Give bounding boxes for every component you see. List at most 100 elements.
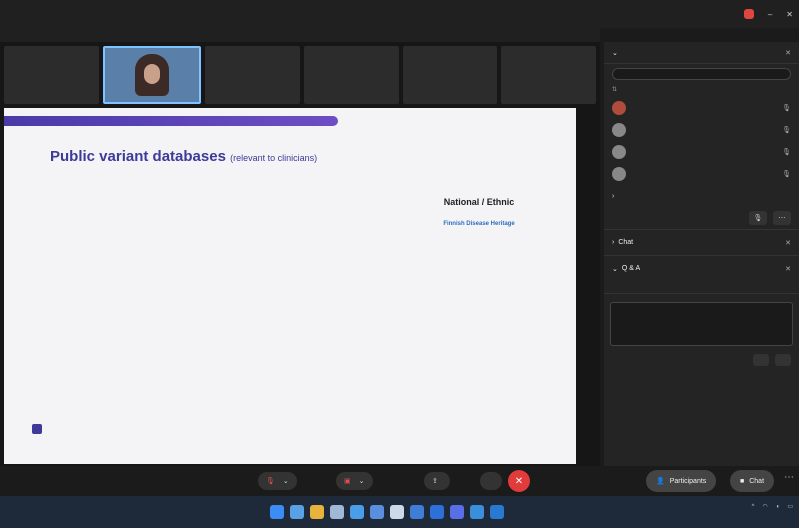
start-video-button[interactable]: ▣ ⌄ bbox=[336, 472, 373, 490]
chevron-right-icon: › bbox=[612, 239, 615, 246]
app-icon[interactable] bbox=[450, 505, 464, 519]
chat-icon: ■ bbox=[740, 477, 745, 485]
close-icon[interactable]: ✕ bbox=[785, 265, 791, 273]
meeting-stage: Public variant databases (relevant to cl… bbox=[0, 42, 600, 466]
participant-row[interactable]: 🎙 bbox=[604, 119, 799, 141]
mic-icon: 🎙 bbox=[782, 171, 791, 178]
wifi-icon[interactable]: ◠ bbox=[762, 504, 767, 512]
database-link: Finnish Disease Heritage bbox=[443, 220, 515, 227]
participants-header[interactable]: ⌄ ✕ bbox=[604, 42, 799, 64]
attendees-section[interactable]: › bbox=[604, 185, 799, 207]
slide-title-text: Public variant databases bbox=[50, 148, 226, 165]
participant-tile[interactable] bbox=[304, 46, 399, 104]
sort-icon[interactable]: ⇅ bbox=[612, 86, 617, 93]
participant-tile[interactable] bbox=[4, 46, 99, 104]
column-heading: National / Ethnic bbox=[443, 197, 515, 207]
chevron-down-icon[interactable]: ⌄ bbox=[283, 477, 289, 485]
explorer-icon[interactable] bbox=[310, 505, 324, 519]
volume-icon[interactable]: ◖ bbox=[776, 504, 780, 512]
chevron-down-icon: ⌄ bbox=[612, 49, 618, 57]
close-icon[interactable]: ✕ bbox=[785, 49, 791, 57]
shared-slide: Public variant databases (relevant to cl… bbox=[4, 108, 576, 464]
title-bar: – ✕ bbox=[0, 0, 799, 28]
chat-button[interactable]: ■ Chat bbox=[730, 470, 775, 492]
participants-button[interactable]: 👤 Participants bbox=[646, 470, 717, 492]
slide-column-locus bbox=[158, 196, 278, 208]
app-icon[interactable] bbox=[410, 505, 424, 519]
more-icon[interactable]: ⋯ bbox=[784, 472, 794, 483]
taskbar: ^ ◠ ◖ ▭ bbox=[0, 496, 799, 528]
avatar bbox=[612, 145, 626, 159]
start-icon[interactable] bbox=[270, 505, 284, 519]
mic-icon: 🎙 bbox=[782, 127, 791, 134]
close-icon[interactable]: ✕ bbox=[786, 10, 793, 19]
slide-column-national: National / Ethnic Finnish Disease Herita… bbox=[424, 196, 534, 237]
qa-option-button[interactable]: ​ bbox=[753, 354, 769, 366]
mute-all-button[interactable]: 🎙 bbox=[749, 211, 767, 225]
avatar bbox=[612, 123, 626, 137]
slide-footer-source bbox=[32, 424, 46, 434]
qa-input[interactable] bbox=[610, 302, 793, 346]
side-panel: ⌄ ✕ ⇅ 🎙 🎙 🎙 🎙 › 🎙 ⋯ › Chat ✕ ⌄ Q & A ✕ bbox=[604, 42, 799, 466]
chevron-down-icon[interactable]: ⌄ bbox=[359, 477, 365, 485]
app-icon[interactable] bbox=[430, 505, 444, 519]
participant-row[interactable]: 🎙 bbox=[604, 141, 799, 163]
avatar bbox=[612, 101, 626, 115]
slide-subtitle: (relevant to clinicians) bbox=[230, 153, 318, 163]
search-icon[interactable] bbox=[290, 505, 304, 519]
share-icon: ⇪ bbox=[432, 478, 438, 485]
app-icon[interactable] bbox=[350, 505, 364, 519]
avatar bbox=[612, 167, 626, 181]
sort-row: ⇅ bbox=[604, 84, 799, 97]
record-icon bbox=[743, 9, 754, 19]
slide-header-bar bbox=[4, 116, 338, 126]
qa-buttons: ​ ​ bbox=[604, 354, 799, 366]
chat-label: Chat bbox=[749, 477, 765, 485]
mute-button[interactable]: 🎙 ⌄ bbox=[258, 472, 297, 490]
video-off-icon: ▣ bbox=[344, 478, 351, 485]
panel-actions: 🎙 ⋯ bbox=[604, 207, 799, 229]
system-tray: ^ ◠ ◖ ▭ bbox=[752, 504, 793, 512]
mic-off-icon: 🎙 bbox=[266, 478, 275, 485]
participant-tile[interactable] bbox=[501, 46, 597, 104]
chevron-up-icon[interactable]: ^ bbox=[752, 504, 755, 512]
speaker-video bbox=[135, 54, 169, 96]
battery-icon[interactable]: ▭ bbox=[787, 504, 793, 512]
chat-title: Chat bbox=[618, 239, 634, 246]
chat-section-header[interactable]: › Chat ✕ bbox=[604, 229, 799, 255]
participant-search-input[interactable] bbox=[612, 68, 791, 80]
participant-row[interactable]: 🎙 bbox=[604, 97, 799, 119]
qa-send-button[interactable]: ​ bbox=[775, 354, 791, 366]
active-speaker-tile[interactable] bbox=[102, 46, 202, 104]
participants-label: Participants bbox=[669, 477, 707, 485]
minimize-icon[interactable]: – bbox=[768, 10, 772, 19]
close-icon[interactable]: ✕ bbox=[785, 239, 791, 247]
slide-column-other bbox=[294, 196, 414, 208]
participant-tile[interactable] bbox=[205, 46, 301, 104]
column-item: Finnish Disease Heritage bbox=[424, 220, 534, 229]
mic-icon: 🎙 bbox=[782, 149, 791, 156]
qa-section-header[interactable]: ⌄ Q & A ✕ bbox=[604, 255, 799, 281]
chevron-right-icon: › bbox=[612, 192, 615, 200]
chevron-down-icon: ⌄ bbox=[612, 265, 618, 273]
slide-title: Public variant databases (relevant to cl… bbox=[50, 148, 317, 165]
app-icon[interactable] bbox=[370, 505, 384, 519]
participant-tile[interactable] bbox=[402, 46, 498, 104]
app-icon[interactable] bbox=[390, 505, 404, 519]
app-icon[interactable] bbox=[470, 505, 484, 519]
qa-tab[interactable] bbox=[604, 281, 799, 294]
webex-icon[interactable] bbox=[490, 505, 504, 519]
participant-row[interactable]: 🎙 bbox=[604, 163, 799, 185]
logo-icon bbox=[32, 424, 42, 434]
more-options-button[interactable]: ⋯ bbox=[773, 211, 791, 225]
slide-column-general bbox=[18, 196, 138, 208]
end-call-button[interactable]: ✕ bbox=[508, 470, 530, 492]
participant-tiles bbox=[4, 46, 597, 104]
app-icon[interactable] bbox=[330, 505, 344, 519]
share-button[interactable]: ⇪ bbox=[424, 472, 450, 490]
qa-title: Q & A bbox=[621, 265, 641, 272]
more-options-button[interactable] bbox=[480, 472, 502, 490]
mic-icon: 🎙 bbox=[782, 105, 791, 112]
menu-bar bbox=[0, 28, 600, 42]
person-icon: 👤 bbox=[656, 478, 665, 485]
